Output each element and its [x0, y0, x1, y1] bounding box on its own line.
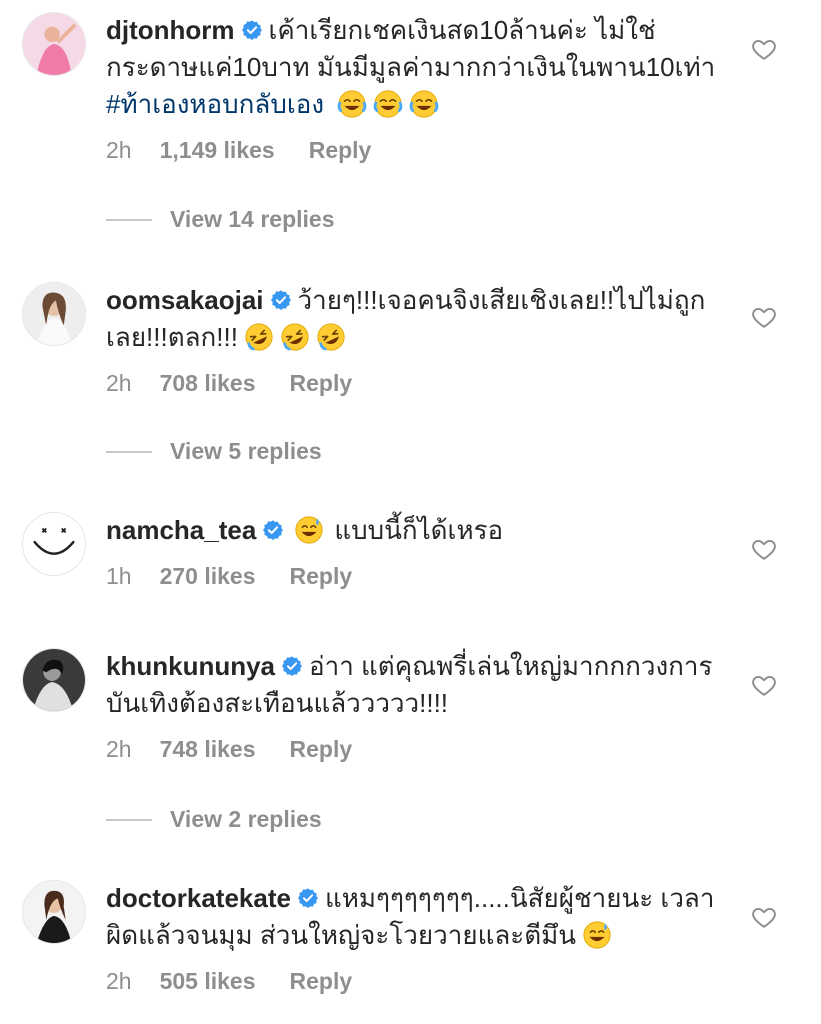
comment-meta: 2h 1,149 likes Reply	[106, 137, 741, 164]
hashtag-link[interactable]: #ท้าเองหอบกลับเอง	[106, 89, 324, 119]
divider	[106, 818, 152, 821]
comment-text-block: khunkununya อ่าา แต่คุณพรี่เล่นใหญ่มากกกว…	[106, 648, 741, 722]
comment-meta: 2h 708 likes Reply	[106, 370, 741, 397]
divider	[106, 450, 152, 453]
comment-body: namcha_tea แบบนี้ก็ได้เหรอ 1h 270 likes Rep…	[106, 512, 741, 590]
comment-text-block: doctorkatekate แหมๆๆๆๆๆๆๆ.....นิสัยผู้ชาย…	[106, 880, 741, 954]
like-heart-icon[interactable]	[751, 536, 777, 562]
rofl-emoji-icon	[280, 322, 310, 352]
comment-meta: 1h 270 likes Reply	[106, 563, 741, 590]
avatar[interactable]	[22, 282, 86, 346]
comment-meta: 2h 505 likes Reply	[106, 968, 741, 995]
comment-text: แบบนี้ก็ได้เหรอ	[334, 515, 504, 545]
comment-body: oomsakaojai ว้ายๆ!!!เจอคนจิงเสียเชิงเลย!!…	[106, 282, 741, 397]
view-replies-label: View 2 replies	[170, 806, 322, 832]
view-replies-label: View 5 replies	[170, 438, 322, 464]
comment-text-block: oomsakaojai ว้ายๆ!!!เจอคนจิงเสียเชิงเลย!!…	[106, 282, 741, 356]
reply-button[interactable]: Reply	[290, 968, 353, 995]
rofl-emoji-icon	[244, 322, 274, 352]
view-replies-button[interactable]: View 5 replies	[106, 438, 322, 465]
like-heart-icon[interactable]	[751, 904, 777, 930]
avatar[interactable]	[22, 880, 86, 944]
view-replies-button[interactable]: View 14 replies	[106, 206, 335, 233]
likes-count[interactable]: 505 likes	[160, 968, 256, 995]
verified-icon	[241, 19, 263, 41]
avatar[interactable]	[22, 512, 86, 576]
comment-meta: 2h 748 likes Reply	[106, 736, 741, 763]
rofl-emoji-icon	[316, 322, 346, 352]
joy-emoji-icon	[373, 89, 403, 119]
comment-body: djtonhorm เค้าเรียกเชคเงินสด10ล้านค่ะ ไม่…	[106, 12, 741, 164]
verified-icon	[297, 887, 319, 909]
reply-button[interactable]: Reply	[309, 137, 372, 164]
like-heart-icon[interactable]	[751, 672, 777, 698]
timestamp: 2h	[106, 736, 132, 762]
verified-icon	[262, 519, 284, 541]
timestamp: 2h	[106, 968, 132, 994]
username[interactable]: djtonhorm	[106, 15, 235, 45]
username[interactable]: namcha_tea	[106, 515, 256, 545]
reply-button[interactable]: Reply	[290, 736, 353, 763]
avatar[interactable]	[22, 648, 86, 712]
view-replies-label: View 14 replies	[170, 206, 335, 232]
comment-body: doctorkatekate แหมๆๆๆๆๆๆๆ.....นิสัยผู้ชาย…	[106, 880, 741, 995]
likes-count[interactable]: 748 likes	[160, 736, 256, 763]
like-heart-icon[interactable]	[751, 304, 777, 330]
like-heart-icon[interactable]	[751, 36, 777, 62]
username[interactable]: doctorkatekate	[106, 883, 291, 913]
username[interactable]: oomsakaojai	[106, 285, 264, 315]
avatar[interactable]	[22, 12, 86, 76]
verified-icon	[281, 655, 303, 677]
likes-count[interactable]: 270 likes	[160, 563, 256, 590]
timestamp: 2h	[106, 370, 132, 396]
joy-emoji-icon	[337, 89, 367, 119]
username[interactable]: khunkununya	[106, 651, 275, 681]
sweat-smile-emoji-icon	[294, 515, 324, 545]
timestamp: 2h	[106, 137, 132, 163]
comment-text-block: namcha_tea แบบนี้ก็ได้เหรอ	[106, 512, 741, 549]
comment-text-block: djtonhorm เค้าเรียกเชคเงินสด10ล้านค่ะ ไม่…	[106, 12, 741, 123]
view-replies-button[interactable]: View 2 replies	[106, 806, 322, 833]
likes-count[interactable]: 1,149 likes	[160, 137, 275, 164]
reply-button[interactable]: Reply	[290, 370, 353, 397]
reply-button[interactable]: Reply	[290, 563, 353, 590]
divider	[106, 218, 152, 221]
sweat-smile-emoji-icon	[582, 920, 612, 950]
comment-body: khunkununya อ่าา แต่คุณพรี่เล่นใหญ่มากกกว…	[106, 648, 741, 763]
verified-icon	[270, 289, 292, 311]
likes-count[interactable]: 708 likes	[160, 370, 256, 397]
joy-emoji-icon	[409, 89, 439, 119]
timestamp: 1h	[106, 563, 132, 589]
